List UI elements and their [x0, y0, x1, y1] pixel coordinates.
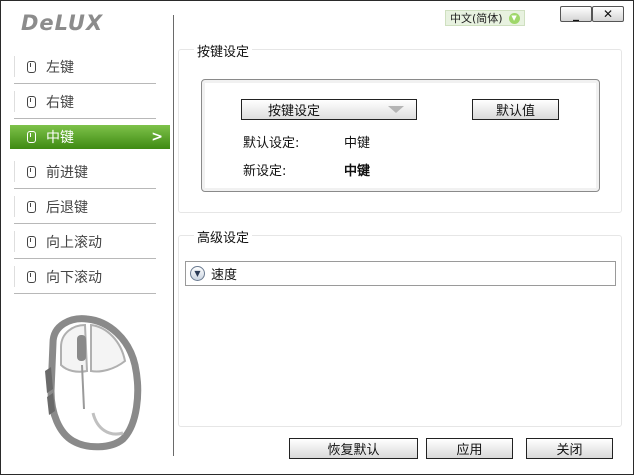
advanced-settings-title: 高级设定 [194, 227, 253, 246]
sidebar-item-back-button[interactable]: 后退键 [10, 189, 170, 224]
sidebar-item-middle-button[interactable]: 中键 > [10, 125, 170, 149]
close-button[interactable]: 关闭 [526, 438, 613, 459]
default-value-button[interactable]: 默认值 [472, 99, 559, 120]
mouse-icon [27, 60, 36, 73]
mouse-icon [27, 95, 36, 108]
language-label: 中文(简体) [450, 12, 503, 25]
speed-section-header[interactable]: ▼ 速度 [185, 261, 616, 286]
mouse-illustration [45, 315, 142, 451]
new-setting-label: 新设定: [243, 164, 287, 179]
key-function-dropdown[interactable]: 按键设定 [241, 99, 417, 120]
mouse-icon [27, 200, 36, 213]
speed-label: 速度 [211, 268, 238, 283]
apply-button[interactable]: 应用 [426, 438, 513, 459]
sidebar-item-left-button[interactable]: 左键 [10, 49, 170, 84]
sidebar-item-label: 后退键 [46, 199, 88, 216]
delux-logo: DeLUX [21, 11, 104, 35]
key-function-value: 按键设定 [268, 104, 321, 119]
sidebar-nav: 左键 右键 中键 > 前进键 后退键 向上滚动 向下滚动 [10, 49, 170, 294]
sidebar-item-scroll-down[interactable]: 向下滚动 [10, 259, 170, 294]
mouse-icon [27, 235, 36, 248]
mouse-icon [27, 165, 36, 178]
default-setting-value: 中键 [344, 136, 371, 151]
sidebar-item-label: 向上滚动 [46, 234, 102, 251]
sidebar-item-forward-button[interactable]: 前进键 [10, 154, 170, 189]
minimize-button[interactable]: _ [560, 6, 592, 22]
new-setting-value: 中键 [344, 164, 371, 179]
sidebar-item-right-button[interactable]: 右键 [10, 84, 170, 119]
sidebar-item-scroll-up[interactable]: 向上滚动 [10, 224, 170, 259]
sidebar-item-label: 右键 [46, 94, 74, 111]
chevron-right-icon: > [151, 129, 163, 145]
sidebar-item-label: 左键 [46, 59, 74, 76]
key-settings-title: 按键设定 [194, 41, 253, 60]
sidebar-item-label: 向下滚动 [46, 269, 102, 286]
default-setting-label: 默认设定: [243, 136, 300, 151]
close-window-button[interactable]: ✕ [592, 6, 624, 22]
sidebar-divider [173, 15, 174, 456]
dropdown-arrow-icon [388, 106, 404, 113]
language-selector[interactable]: 中文(简体) ▼ [445, 10, 525, 26]
chevron-down-icon: ▼ [508, 12, 520, 24]
mouse-icon [27, 270, 36, 283]
expand-chevron-icon[interactable]: ▼ [190, 266, 205, 281]
app-window: DeLUX 中文(简体) ▼ _ ✕ 左键 右键 中键 > 前进键 后退键 向上… [0, 0, 634, 475]
restore-defaults-button[interactable]: 恢复默认 [289, 438, 418, 459]
sidebar-item-label: 前进键 [46, 164, 88, 181]
mouse-icon [27, 131, 36, 143]
